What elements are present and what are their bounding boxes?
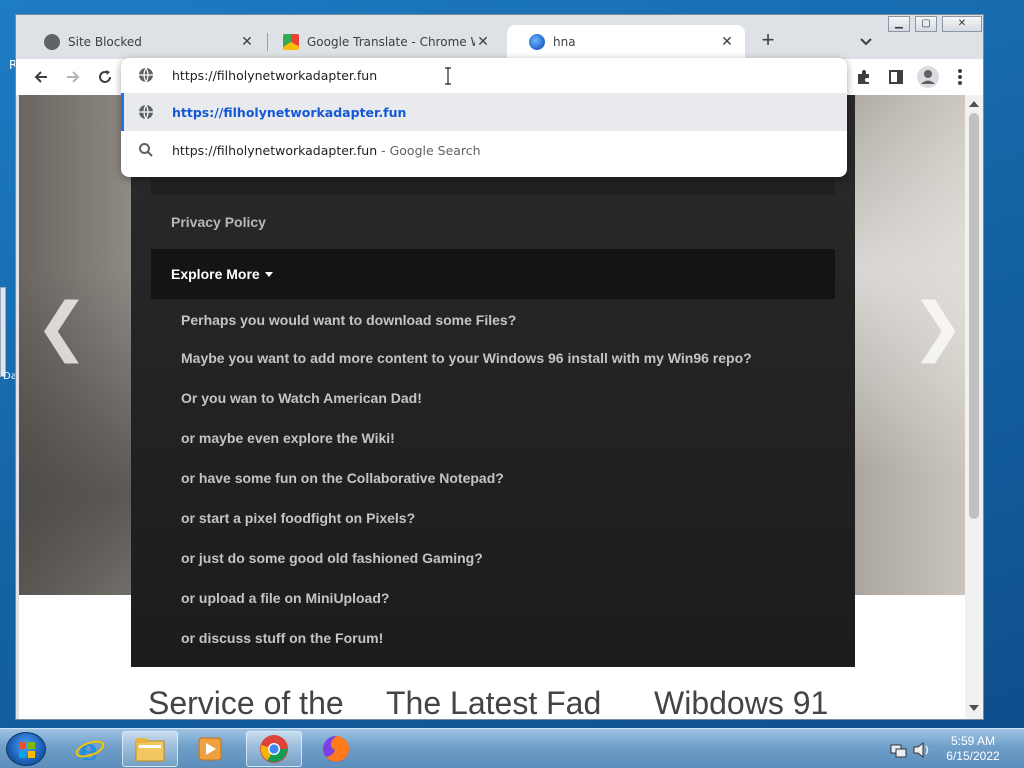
extensions-button[interactable]: [852, 65, 876, 89]
globe-icon: [139, 104, 153, 120]
tab-google-translate[interactable]: Google Translate - Chrome Web ✕: [261, 25, 501, 59]
close-window-button[interactable]: ✕: [942, 16, 982, 32]
taskbar-chrome[interactable]: [246, 731, 302, 767]
suggestion-search-text: https://filholynetworkadapter.fun - Goog…: [172, 143, 481, 158]
more-vert-icon: [958, 69, 962, 85]
globe-icon: [44, 34, 60, 50]
menu-item-notepad[interactable]: or have some fun on the Collaborative No…: [181, 470, 504, 486]
search-icon: [139, 143, 153, 157]
selection-indicator: [121, 93, 124, 131]
close-icon[interactable]: ✕: [239, 34, 255, 50]
taskbar-file-explorer[interactable]: [122, 731, 178, 767]
reload-button[interactable]: [93, 65, 117, 89]
back-button[interactable]: [29, 65, 53, 89]
section-heading: Wibdows 91: [654, 685, 829, 719]
tab-search-button[interactable]: [854, 29, 878, 53]
tab-title: hna: [553, 35, 576, 49]
page-scrollbar[interactable]: [965, 95, 983, 719]
scroll-up-icon[interactable]: [969, 101, 979, 107]
privacy-policy-link[interactable]: Privacy Policy: [171, 214, 266, 230]
close-icon[interactable]: ✕: [719, 34, 735, 50]
side-panel-button[interactable]: [884, 65, 908, 89]
explore-more-label: Explore More: [171, 266, 260, 282]
clock-time: 5:59 AM: [950, 734, 996, 748]
profile-button[interactable]: [916, 65, 940, 89]
svg-text:e: e: [79, 734, 98, 764]
internet-explorer-icon: e: [75, 734, 105, 764]
taskbar-media-player[interactable]: [182, 731, 238, 767]
maximize-button[interactable]: ▢: [915, 16, 937, 32]
taskbar-firefox[interactable]: [308, 731, 364, 767]
minimize-button[interactable]: ▁: [888, 16, 910, 32]
arrow-left-icon: [34, 71, 47, 83]
side-panel-icon: [889, 70, 903, 84]
tab-title: Site Blocked: [68, 35, 142, 49]
explore-more-toggle[interactable]: Explore More: [151, 249, 835, 299]
carousel-next-button[interactable]: ❯: [911, 290, 965, 364]
menu-item-american-dad[interactable]: Or you wan to Watch American Dad!: [181, 390, 422, 406]
carousel-prev-button[interactable]: ❮: [35, 290, 89, 364]
menu-item-forum[interactable]: or discuss stuff on the Forum!: [181, 630, 383, 646]
volume-icon[interactable]: [912, 741, 932, 759]
tab-site-blocked[interactable]: Site Blocked ✕: [22, 25, 265, 59]
menu-item-pixels[interactable]: or start a pixel foodfight on Pixels?: [181, 510, 415, 526]
omnibox-dropdown: https://filholynetworkadapter.fun https:…: [121, 58, 847, 177]
chrome-icon: [260, 735, 288, 763]
reload-icon: [99, 70, 111, 83]
forward-button[interactable]: [61, 65, 85, 89]
scrollbar-thumb[interactable]: [969, 113, 979, 519]
puzzle-icon: [858, 70, 869, 84]
address-bar[interactable]: https://filholynetworkadapter.fun: [121, 58, 847, 92]
search-suffix: - Google Search: [377, 143, 481, 158]
menu-item-wiki[interactable]: or maybe even explore the Wiki!: [181, 430, 395, 446]
page-viewport: ❮ ❯ Privacy Policy Explore More Perhaps …: [19, 95, 965, 719]
suggestion-search[interactable]: https://filholynetworkadapter.fun - Goog…: [121, 131, 847, 169]
section-heading: The Latest Fad: [386, 685, 602, 719]
dropdown-nav-panel: Privacy Policy Explore More Perhaps you …: [131, 95, 855, 667]
network-icon[interactable]: [890, 742, 908, 758]
menu-item-miniupload[interactable]: or upload a file on MiniUpload?: [181, 590, 389, 606]
clock-date: 6/15/2022: [946, 749, 1000, 763]
folder-icon: [135, 738, 165, 762]
menu-button[interactable]: [948, 65, 972, 89]
arrow-right-icon: [67, 71, 80, 83]
scroll-down-icon[interactable]: [969, 705, 979, 711]
start-button[interactable]: [6, 732, 46, 766]
taskbar: e 5:59 AM 6/15/2022: [0, 728, 1024, 768]
section-heading: Service of the: [148, 685, 344, 719]
suggestion-url-text: https://filholynetworkadapter.fun: [172, 105, 407, 120]
tab-hna[interactable]: hna ✕: [507, 25, 745, 59]
menu-item-gaming[interactable]: or just do some good old fashioned Gamin…: [181, 550, 483, 566]
taskbar-internet-explorer[interactable]: e: [62, 731, 118, 767]
firefox-icon: [323, 736, 349, 762]
close-icon[interactable]: ✕: [475, 34, 491, 50]
nav-item-box: [151, 179, 835, 195]
chevron-down-icon: [860, 38, 872, 46]
taskbar-clock[interactable]: 5:59 AM 6/15/2022: [935, 734, 1011, 764]
suggestion-url[interactable]: https://filholynetworkadapter.fun: [121, 93, 847, 131]
menu-item-files[interactable]: Perhaps you would want to download some …: [181, 312, 516, 328]
windows-logo-icon: [19, 742, 35, 758]
globe-icon: [139, 67, 153, 83]
menu-item-win96-repo[interactable]: Maybe you want to add more content to yo…: [181, 350, 752, 366]
avatar-icon: [917, 66, 939, 88]
caret-down-icon: [265, 272, 273, 277]
new-tab-button[interactable]: +: [756, 29, 780, 53]
address-input-text[interactable]: https://filholynetworkadapter.fun: [172, 68, 377, 83]
media-player-icon: [198, 737, 222, 761]
search-query: https://filholynetworkadapter.fun: [172, 143, 378, 158]
globe-icon: [529, 34, 545, 50]
tab-strip: Site Blocked ✕ Google Translate - Chrome…: [16, 15, 983, 59]
desktop-icon[interactable]: [0, 287, 6, 377]
chrome-web-store-icon: [283, 34, 299, 50]
tab-title: Google Translate - Chrome Web: [307, 35, 475, 49]
text-cursor-icon: [445, 67, 451, 85]
